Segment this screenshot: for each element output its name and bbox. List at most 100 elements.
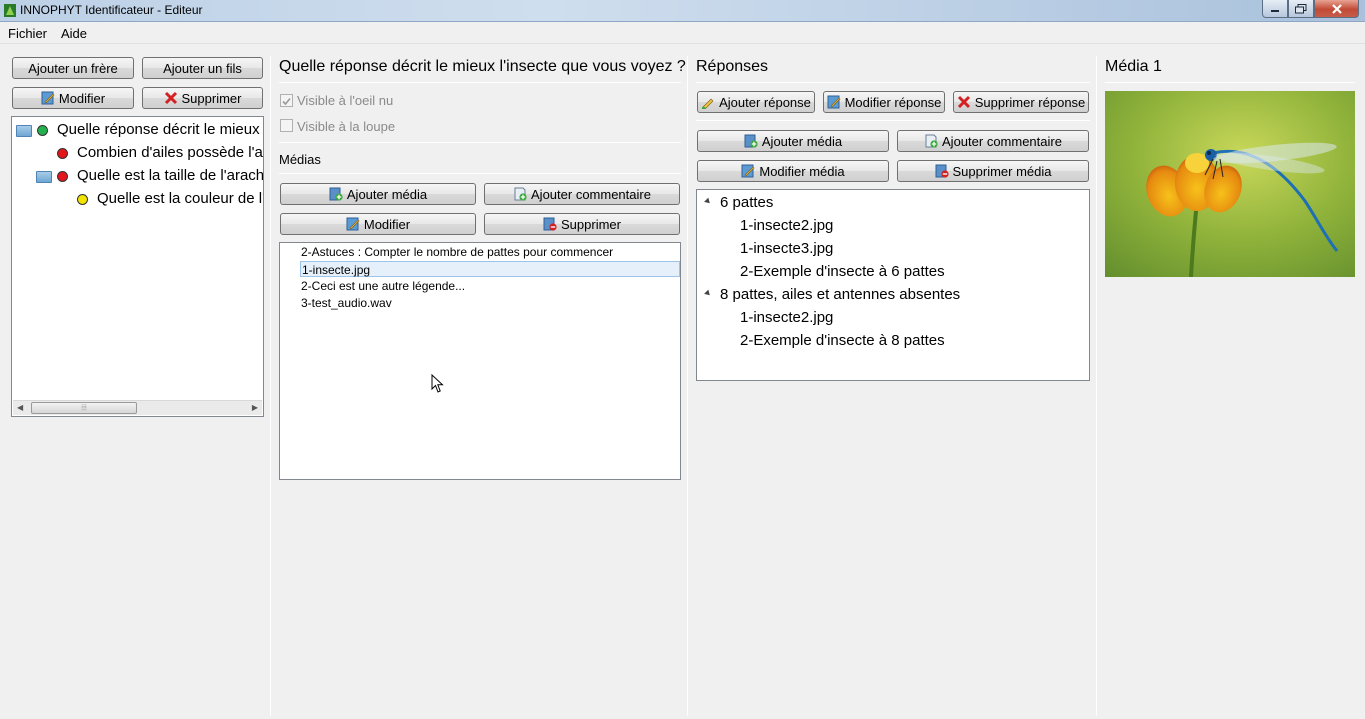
menu-fichier[interactable]: Fichier: [8, 26, 47, 41]
question-modify-media-button[interactable]: Modifier: [280, 213, 476, 235]
visible-eye-label: Visible à l'oeil nu: [297, 93, 394, 108]
divider: [279, 173, 681, 174]
delete-response-button[interactable]: Supprimer réponse: [953, 91, 1089, 113]
media-list[interactable]: 2-Astuces : Compter le nombre de pattes …: [279, 242, 681, 480]
scroll-right-icon[interactable]: ▶: [252, 403, 258, 412]
delete-media-label: Supprimer: [561, 216, 621, 232]
menu-bar: Fichier Aide: [0, 22, 1365, 44]
question-tree[interactable]: Quelle réponse décrit le mieux l'insecte…: [11, 116, 264, 417]
add-sibling-button[interactable]: Ajouter un frère: [12, 57, 134, 79]
edit-icon: [41, 91, 55, 105]
responses-tree[interactable]: 6 pattes 1-insecte2.jpg 1-insecte3.jpg 2…: [696, 189, 1090, 381]
delete-media-label: Supprimer média: [952, 163, 1052, 179]
scroll-left-icon[interactable]: ◀: [17, 403, 23, 412]
delete-x-icon: [957, 95, 970, 109]
add-comment-label: Ajouter commentaire: [942, 133, 1062, 149]
app-icon: [4, 4, 16, 17]
modify-node-button[interactable]: Modifier: [12, 87, 134, 109]
add-response-label: Ajouter réponse: [719, 94, 811, 110]
column-divider[interactable]: [1096, 56, 1097, 716]
add-comment-label: Ajouter commentaire: [531, 186, 651, 202]
folder-icon: [16, 125, 32, 137]
scroll-thumb[interactable]: ⦙⦙⦙: [31, 402, 137, 414]
add-media-label: Ajouter média: [761, 133, 843, 149]
checkmark-icon: [282, 97, 291, 106]
modify-media-label: Modifier: [363, 216, 411, 232]
response-media-item[interactable]: 1-insecte2.jpg: [740, 217, 833, 234]
response-media-item[interactable]: 2-Exemple d'insecte à 6 pattes: [740, 263, 945, 280]
close-icon: [1331, 3, 1342, 14]
question-delete-media-button[interactable]: Supprimer: [484, 213, 680, 235]
list-item[interactable]: 2-Ceci est une autre légende...: [301, 278, 465, 294]
add-comment-icon: [514, 187, 527, 201]
folder-icon: [36, 171, 52, 183]
add-media-label: Ajouter média: [346, 186, 428, 202]
status-dot-red-icon: [57, 171, 68, 182]
list-item-selected[interactable]: 1-insecte.jpg: [300, 261, 680, 277]
response-node[interactable]: 6 pattes: [720, 194, 773, 211]
divider: [279, 142, 681, 143]
question-title: Quelle réponse décrit le mieux l'insecte…: [279, 58, 686, 75]
response-modify-media-button[interactable]: Modifier média: [697, 160, 889, 182]
column-divider[interactable]: [270, 56, 271, 716]
tree-node-question-2[interactable]: Combien d'ailes possède l'arachnide ?: [12, 143, 263, 165]
delete-x-icon: [164, 91, 177, 105]
response-media-item[interactable]: 2-Exemple d'insecte à 8 pattes: [740, 332, 945, 349]
add-child-button[interactable]: Ajouter un fils: [142, 57, 263, 79]
add-media-icon: [744, 134, 758, 148]
tree-node-question-3[interactable]: Quelle est la taille de l'arachnide ?: [12, 166, 263, 188]
divider: [1105, 82, 1355, 83]
tree-node-label: Quelle réponse décrit le mieux l'insecte…: [57, 121, 263, 138]
minimize-icon: [1271, 9, 1279, 12]
modify-node-label: Modifier: [58, 90, 106, 106]
response-add-media-button[interactable]: Ajouter média: [697, 130, 889, 152]
response-delete-media-button[interactable]: Supprimer média: [897, 160, 1089, 182]
modify-response-label: Modifier réponse: [844, 94, 942, 110]
tree-node-question-4[interactable]: Quelle est la couleur de l'arachnide ?: [12, 189, 263, 211]
response-node[interactable]: 8 pattes, ailes et antennes absentes: [720, 286, 960, 303]
add-child-label: Ajouter un fils: [163, 60, 242, 76]
minimize-button[interactable]: [1262, 0, 1288, 18]
restore-icon: [1295, 3, 1307, 13]
medias-section-label: Médias: [279, 152, 321, 167]
maximize-button[interactable]: [1288, 0, 1314, 18]
question-add-comment-button[interactable]: Ajouter commentaire: [484, 183, 680, 205]
window-title: INNOPHYT Identificateur - Editeur: [20, 3, 203, 17]
edit-icon: [741, 164, 755, 178]
column-divider[interactable]: [687, 56, 688, 716]
expand-arrow-icon[interactable]: [704, 289, 712, 298]
add-comment-icon: [925, 134, 938, 148]
list-item[interactable]: 3-test_audio.wav: [301, 295, 392, 311]
question-add-media-button[interactable]: Ajouter média: [280, 183, 476, 205]
expand-arrow-icon[interactable]: [704, 197, 712, 206]
visible-loupe-label: Visible à la loupe: [297, 119, 396, 134]
delete-node-label: Supprimer: [181, 90, 242, 106]
delete-node-button[interactable]: Supprimer: [142, 87, 263, 109]
modify-media-label: Modifier média: [759, 163, 845, 179]
responses-title: Réponses: [696, 58, 769, 75]
status-dot-yellow-icon: [77, 194, 88, 205]
media-panel-title: Média 1: [1105, 58, 1162, 75]
window-titlebar: INNOPHYT Identificateur - Editeur: [0, 0, 1365, 22]
visible-loupe-checkbox[interactable]: [280, 119, 293, 132]
modify-response-button[interactable]: Modifier réponse: [823, 91, 945, 113]
divider: [696, 120, 1090, 121]
close-window-button[interactable]: [1314, 0, 1359, 18]
menu-aide[interactable]: Aide: [61, 26, 87, 41]
response-media-item[interactable]: 1-insecte3.jpg: [740, 240, 833, 257]
status-dot-red-icon: [57, 148, 68, 159]
add-media-icon: [329, 187, 343, 201]
response-add-comment-button[interactable]: Ajouter commentaire: [897, 130, 1089, 152]
add-response-button[interactable]: Ajouter réponse: [697, 91, 815, 113]
list-item[interactable]: 2-Astuces : Compter le nombre de pattes …: [301, 244, 613, 260]
edit-icon: [827, 95, 841, 109]
edit-icon: [346, 217, 360, 231]
tree-horizontal-scrollbar[interactable]: ◀ ⦙⦙⦙ ▶: [13, 400, 262, 415]
response-media-item[interactable]: 1-insecte2.jpg: [740, 309, 833, 326]
add-sibling-label: Ajouter un frère: [28, 60, 118, 76]
tree-node-question-1[interactable]: Quelle réponse décrit le mieux l'insecte…: [12, 120, 263, 142]
divider: [279, 82, 681, 83]
visible-eye-checkbox[interactable]: [280, 94, 293, 107]
add-response-pencil-icon: [702, 98, 714, 109]
status-dot-green-icon: [37, 125, 48, 136]
